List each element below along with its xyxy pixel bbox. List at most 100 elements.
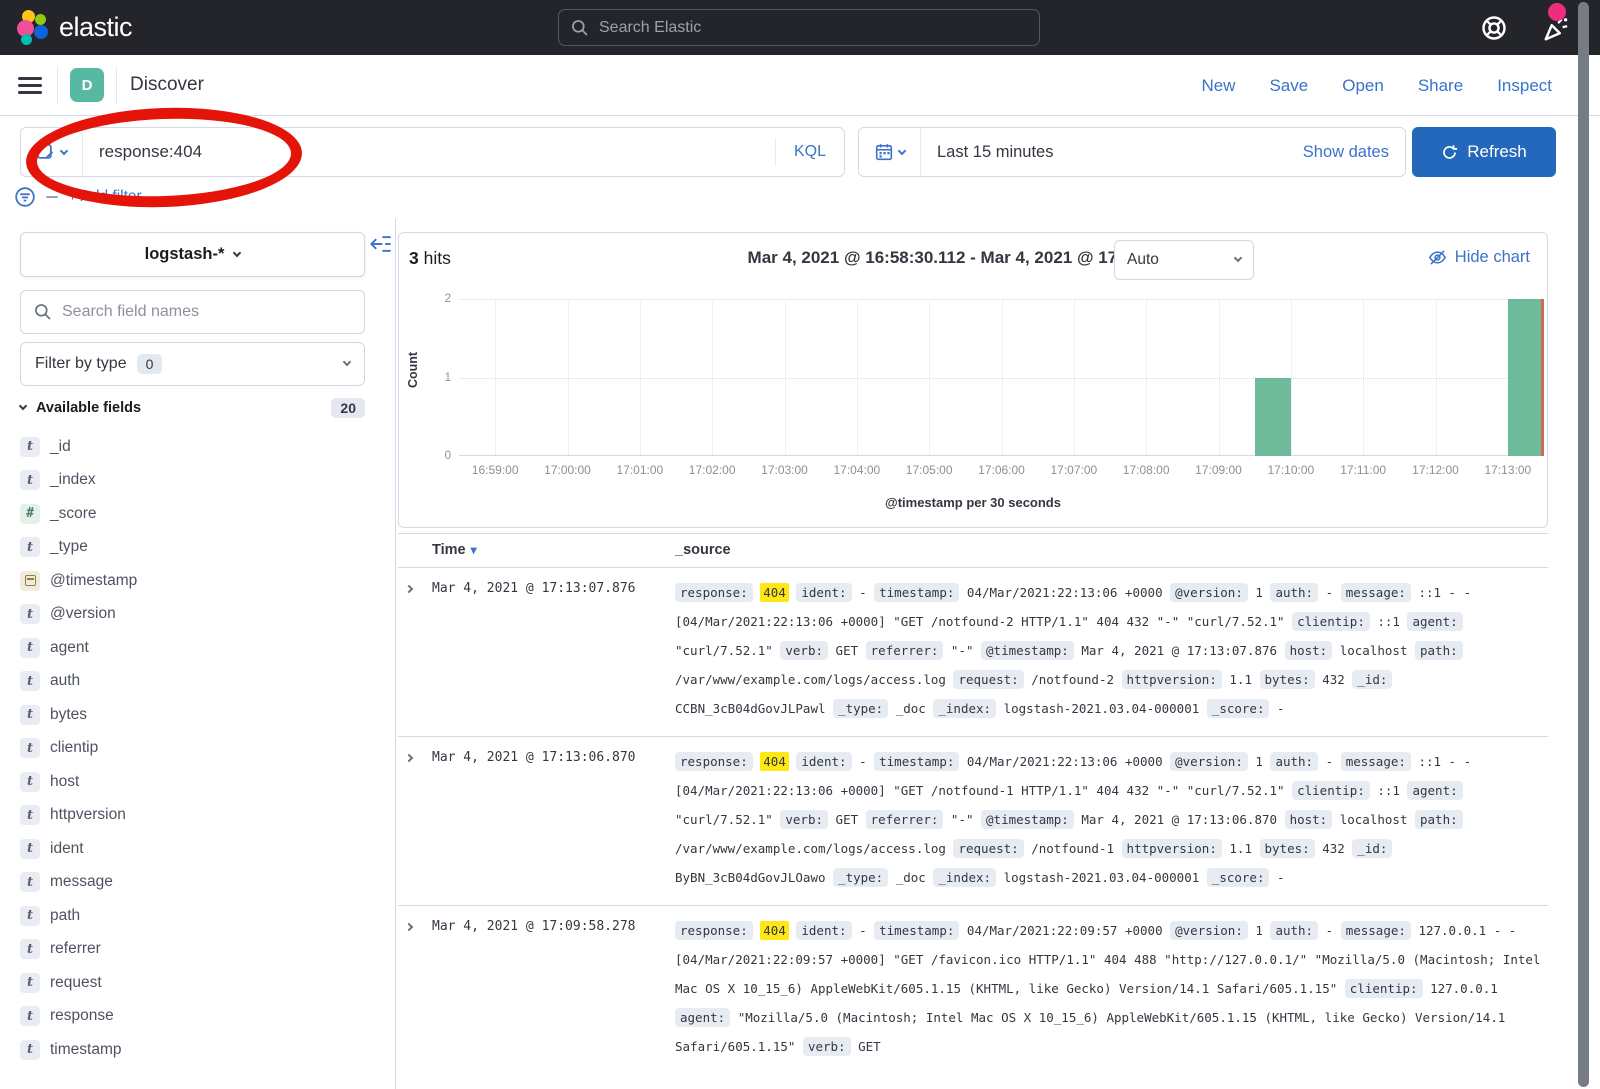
field-label-badge: response: (675, 583, 753, 602)
add-filter-button[interactable]: + Add filter (68, 188, 142, 206)
available-fields-header[interactable]: Available fields 20 (20, 398, 365, 418)
table-row: Mar 4, 2021 @ 17:09:58.278response: 404 … (398, 906, 1548, 1074)
elastic-logo-icon[interactable] (14, 9, 50, 45)
field-label-badge: response: (675, 752, 753, 771)
field-label-badge: @version: (1170, 752, 1248, 771)
histogram-plot[interactable]: 012 (459, 299, 1544, 456)
row-source: response: 404 ident: - timestamp: 04/Mar… (675, 747, 1548, 892)
expand-row-icon[interactable] (405, 923, 413, 931)
discover-app-icon[interactable]: D (70, 68, 104, 102)
toolbar-actions: New Save Open Share Inspect (1201, 55, 1552, 116)
field-name: ident (50, 840, 84, 858)
index-pattern-select[interactable]: logstash-* (20, 232, 365, 277)
query-input[interactable]: response:404 (83, 142, 775, 162)
new-button[interactable]: New (1201, 76, 1235, 96)
save-button[interactable]: Save (1269, 76, 1308, 96)
field-item-message[interactable]: tmessage (20, 866, 376, 900)
field-type-string-icon: t (20, 1006, 40, 1026)
time-column-header[interactable]: Time▾ (432, 542, 477, 558)
filter-by-type-select[interactable]: Filter by type 0 (20, 342, 365, 386)
field-item-_id[interactable]: t_id (20, 430, 376, 464)
field-item-response[interactable]: tresponse (20, 1000, 376, 1034)
field-type-string-icon: t (20, 872, 40, 892)
x-axis: 16:59:0017:00:0017:01:0017:02:0017:03:00… (459, 463, 1544, 479)
global-search-input[interactable]: Search Elastic (558, 9, 1040, 46)
field-label-badge: bytes: (1260, 670, 1315, 689)
help-icon[interactable] (1480, 14, 1508, 42)
calendar-icon (875, 143, 893, 161)
field-item-request[interactable]: t request (20, 966, 376, 1000)
field-label-badge: clientip: (1345, 979, 1423, 998)
query-language-button[interactable]: KQL (775, 138, 844, 167)
chevron-down-icon (343, 358, 351, 366)
field-item-ident[interactable]: tident (20, 832, 376, 866)
hide-chart-button[interactable]: Hide chart (1428, 248, 1530, 267)
field-item-@timestamp[interactable]: @timestamp (20, 564, 376, 598)
field-item-timestamp[interactable]: ttimestamp (20, 1033, 376, 1067)
date-quick-menu-button[interactable] (859, 128, 921, 176)
field-label-badge: _score: (1207, 699, 1270, 718)
field-label-badge: @version: (1170, 921, 1248, 940)
x-tick-label: 17:05:00 (906, 463, 953, 477)
page-title: Discover (130, 74, 204, 96)
field-label-badge: bytes: (1260, 839, 1315, 858)
expand-row-icon[interactable] (405, 585, 413, 593)
field-type-string-icon: t (20, 537, 40, 557)
field-item-_score[interactable]: #_score (20, 497, 376, 531)
highlighted-value: 404 (760, 752, 789, 771)
x-tick-label: 17:02:00 (689, 463, 736, 477)
field-item-bytes[interactable]: tbytes (20, 698, 376, 732)
refresh-button[interactable]: Refresh (1412, 127, 1556, 177)
histogram-bar[interactable] (1508, 299, 1544, 456)
field-type-string-icon: t (20, 973, 40, 993)
field-item-referrer[interactable]: treferrer (20, 933, 376, 967)
field-name: request (50, 974, 102, 992)
field-type-string-icon: t (20, 839, 40, 859)
filter-icon[interactable] (14, 186, 36, 208)
field-search-placeholder: Search field names (62, 303, 199, 321)
field-item-@version[interactable]: t@version (20, 598, 376, 632)
saved-query-menu-button[interactable] (21, 128, 83, 176)
x-tick-label: 17:04:00 (833, 463, 880, 477)
field-type-string-icon: t (20, 604, 40, 624)
field-label-badge: agent: (675, 1008, 730, 1027)
field-item-_type[interactable]: t_type (20, 531, 376, 565)
filter-bar: + Add filter (14, 186, 142, 208)
field-item-host[interactable]: thost (20, 765, 376, 799)
field-label-badge: _index: (933, 699, 996, 718)
expand-row-icon[interactable] (405, 754, 413, 762)
share-button[interactable]: Share (1418, 76, 1463, 96)
histogram-bar[interactable] (1255, 378, 1291, 457)
show-dates-button[interactable]: Show dates (1303, 143, 1405, 162)
page-scrollbar[interactable] (1578, 2, 1589, 1087)
field-item-auth[interactable]: tauth (20, 665, 376, 699)
field-label-badge: ident: (796, 752, 851, 771)
field-type-number-icon: # (20, 504, 40, 524)
field-item-agent[interactable]: tagent (20, 631, 376, 665)
field-item-httpversion[interactable]: thttpversion (20, 799, 376, 833)
field-label-badge: _id: (1352, 670, 1392, 689)
field-label-badge: timestamp: (874, 752, 959, 771)
doc-table-header: Time▾ _source (398, 533, 1548, 568)
saved-query-icon (36, 143, 55, 162)
field-label-badge: request: (953, 670, 1023, 689)
field-item-_index[interactable]: t_index (20, 464, 376, 498)
interval-select[interactable]: Auto (1114, 240, 1254, 280)
field-item-clientip[interactable]: tclientip (20, 732, 376, 766)
collapse-sidebar-icon[interactable] (370, 234, 392, 254)
table-row: Mar 4, 2021 @ 17:13:07.876response: 404 … (398, 568, 1548, 737)
x-tick-label: 17:09:00 (1195, 463, 1242, 477)
open-button[interactable]: Open (1342, 76, 1384, 96)
inspect-button[interactable]: Inspect (1497, 76, 1552, 96)
field-label-badge: httpversion: (1122, 670, 1222, 689)
field-type-string-icon: t (20, 437, 40, 457)
field-name: _index (50, 471, 96, 489)
time-range-value[interactable]: Last 15 minutes (921, 143, 1303, 162)
field-type-string-icon: t (20, 638, 40, 658)
y-tick-label: 1 (421, 372, 451, 384)
available-fields-count-badge: 20 (331, 398, 365, 418)
field-search-input[interactable]: Search field names (20, 290, 365, 334)
menu-icon[interactable] (18, 77, 42, 94)
field-label-badge: host: (1285, 641, 1333, 660)
field-item-path[interactable]: tpath (20, 899, 376, 933)
